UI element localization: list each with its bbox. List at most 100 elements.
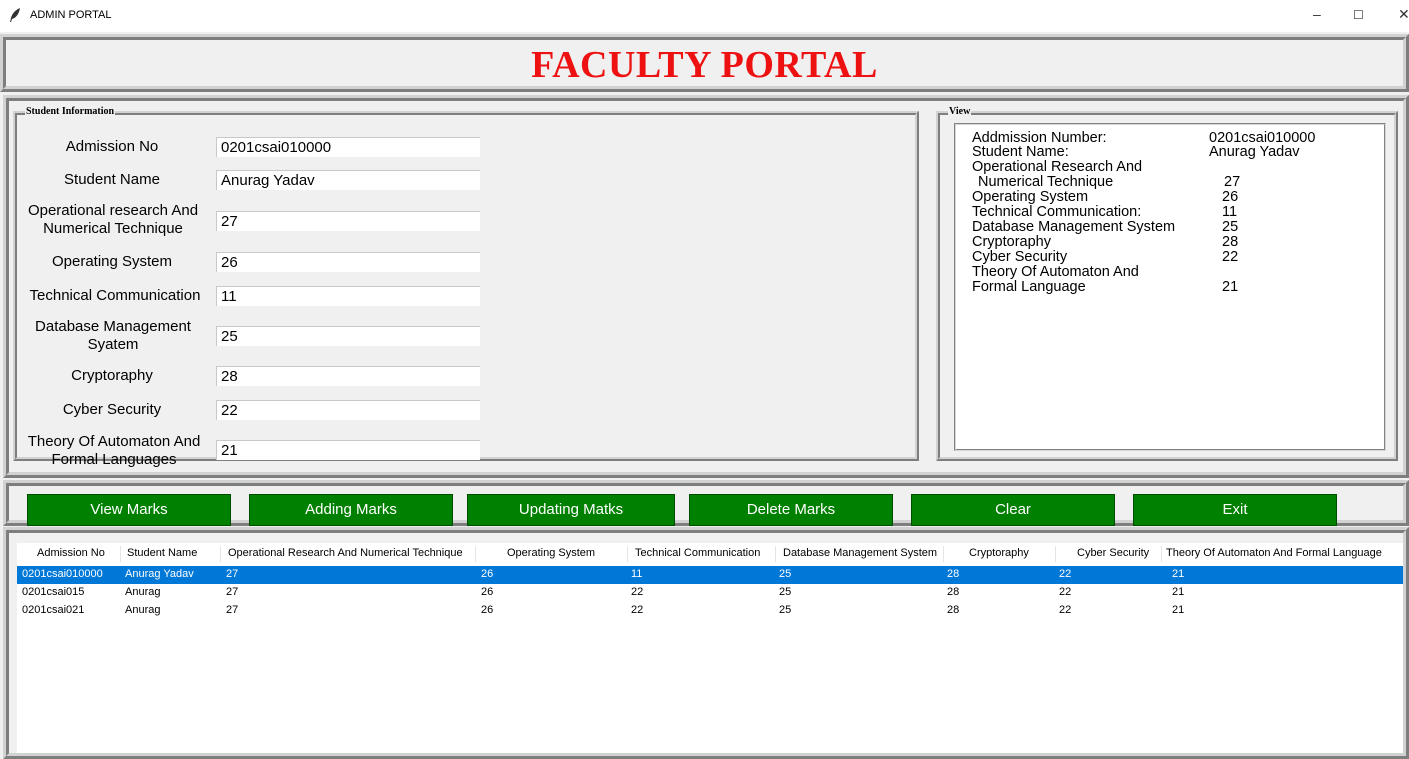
student-information-title: Student Information [25, 106, 116, 117]
view-label: Operating System [972, 189, 1089, 205]
student-information-group: Student Information Admission No 0201csa… [13, 106, 919, 468]
cell-operational-research: 27 [226, 604, 239, 616]
exit-button[interactable]: Exit [1133, 494, 1337, 526]
table-row[interactable]: 0201csai015 Anurag 27 26 22 25 28 22 21 [17, 584, 1403, 602]
operational-research-label-line1: Operational research And [27, 202, 199, 219]
view-value: 27 [1224, 174, 1241, 190]
button-bar: View Marks Adding Marks Updating Matks D… [3, 480, 1409, 526]
view-label: Formal Language [972, 279, 1086, 295]
view-value: 21 [1222, 279, 1239, 295]
column-header[interactable]: Operating System [507, 547, 595, 559]
cryptography-input[interactable]: 28 [216, 366, 480, 386]
view-label: Database Management System [972, 219, 1176, 235]
cell-technical-communication: 22 [631, 604, 644, 616]
cell-database-management: 25 [779, 586, 792, 598]
theory-automaton-label-line1: Theory Of Automaton And [27, 433, 201, 450]
view-value: 11 [1222, 204, 1238, 220]
table-row[interactable]: 0201csai021 Anurag 27 26 22 25 28 22 21 [17, 602, 1403, 620]
feather-icon [10, 8, 20, 22]
table-panel: Admission No Student Name Operational Re… [3, 527, 1409, 759]
cell-cryptography: 28 [947, 586, 960, 598]
view-marks-button[interactable]: View Marks [27, 494, 231, 526]
cell-operating-system: 26 [481, 568, 494, 580]
column-header[interactable]: Operational Research And Numerical Techn… [228, 547, 463, 559]
cell-cyber-security: 22 [1059, 568, 1072, 580]
column-separator[interactable] [943, 546, 944, 562]
cell-database-management: 25 [779, 604, 792, 616]
column-separator[interactable] [775, 546, 776, 562]
column-separator[interactable] [1161, 546, 1162, 562]
view-label: Technical Communication: [972, 204, 1142, 220]
table-row[interactable]: 0201csai010000 Anurag Yadav 27 26 11 25 … [17, 566, 1403, 584]
view-group: View Addmission Number: 0201csai010000 S… [936, 106, 1398, 461]
admission-no-label: Admission No [65, 138, 159, 155]
cell-cryptography: 28 [947, 568, 960, 580]
updating-marks-button[interactable]: Updating Matks [467, 494, 675, 526]
column-header[interactable]: Theory Of Automaton And Formal Language [1166, 547, 1382, 559]
header-frame: FACULTY PORTAL [0, 34, 1409, 92]
column-header[interactable]: Technical Communication [635, 547, 760, 559]
column-header[interactable]: Student Name [127, 547, 197, 559]
column-header[interactable]: Cryptoraphy [969, 547, 1029, 559]
cell-database-management: 25 [779, 568, 792, 580]
view-display: Addmission Number: 0201csai010000 Studen… [954, 123, 1386, 451]
operational-research-input[interactable]: 27 [216, 211, 480, 231]
cell-operational-research: 27 [226, 586, 239, 598]
page-title: FACULTY PORTAL [531, 44, 878, 86]
admission-no-input[interactable]: 0201csai010000 [216, 137, 480, 157]
cell-operating-system: 26 [481, 586, 494, 598]
cell-cyber-security: 22 [1059, 604, 1072, 616]
clear-button[interactable]: Clear [911, 494, 1115, 526]
window-title-bar: ADMIN PORTAL – ☐ ✕ [0, 0, 1409, 32]
cell-technical-communication: 22 [631, 586, 644, 598]
theory-automaton-label: Theory Of Automaton And Formal Languages [17, 433, 211, 469]
info-panel: Student Information Admission No 0201csa… [3, 95, 1409, 478]
minimize-button[interactable]: – [1313, 6, 1321, 22]
maximize-button[interactable]: ☐ [1353, 8, 1364, 22]
view-label: Operational Research And [972, 159, 1143, 175]
view-label: Theory Of Automaton And [972, 264, 1139, 280]
adding-marks-button[interactable]: Adding Marks [249, 494, 453, 526]
view-value: 26 [1222, 189, 1239, 205]
cell-theory-automaton: 21 [1172, 604, 1185, 616]
cyber-security-input[interactable]: 22 [216, 400, 480, 420]
column-header[interactable]: Admission No [37, 547, 105, 559]
technical-communication-label: Technical Communication [29, 287, 201, 304]
cell-operational-research: 27 [226, 568, 239, 580]
column-separator[interactable] [120, 546, 121, 562]
cell-student-name: Anurag [125, 586, 161, 598]
table-header: Admission No Student Name Operational Re… [17, 543, 1403, 565]
database-management-label-line2: Syatem [87, 336, 139, 353]
delete-marks-button[interactable]: Delete Marks [689, 494, 893, 526]
marks-table[interactable]: Admission No Student Name Operational Re… [17, 543, 1403, 753]
technical-communication-input[interactable]: 11 [216, 286, 480, 306]
cyber-security-label: Cyber Security [62, 401, 162, 418]
view-label: Numerical Technique [978, 174, 1114, 190]
view-value: Anurag Yadav [1209, 144, 1300, 160]
database-management-input[interactable]: 25 [216, 326, 480, 346]
operating-system-input[interactable]: 26 [216, 252, 480, 272]
view-title: View [948, 106, 972, 117]
column-header[interactable]: Database Management System [783, 547, 937, 559]
column-separator[interactable] [627, 546, 628, 562]
view-label: Cyber Security [972, 249, 1068, 265]
view-label: Cryptoraphy [972, 234, 1051, 250]
view-value: 22 [1222, 249, 1239, 265]
column-separator[interactable] [220, 546, 221, 562]
column-header[interactable]: Cyber Security [1077, 547, 1149, 559]
database-management-label-line1: Database Management [35, 318, 191, 335]
cell-student-name: Anurag [125, 604, 161, 616]
cell-admission-no: 0201csai015 [22, 586, 85, 598]
student-name-input[interactable]: Anurag Yadav [216, 170, 480, 190]
database-management-label: Database Management Syatem [17, 318, 209, 354]
column-separator[interactable] [1055, 546, 1056, 562]
cell-operating-system: 26 [481, 604, 494, 616]
cell-admission-no: 0201csai021 [22, 604, 85, 616]
close-button[interactable]: ✕ [1398, 6, 1409, 23]
column-separator[interactable] [475, 546, 476, 562]
operating-system-label: Operating System [51, 253, 173, 270]
view-value: 25 [1222, 219, 1239, 235]
theory-automaton-input[interactable]: 21 [216, 440, 480, 460]
cell-technical-communication: 11 [631, 568, 643, 580]
theory-automaton-label-line2: Formal Languages [51, 451, 177, 468]
